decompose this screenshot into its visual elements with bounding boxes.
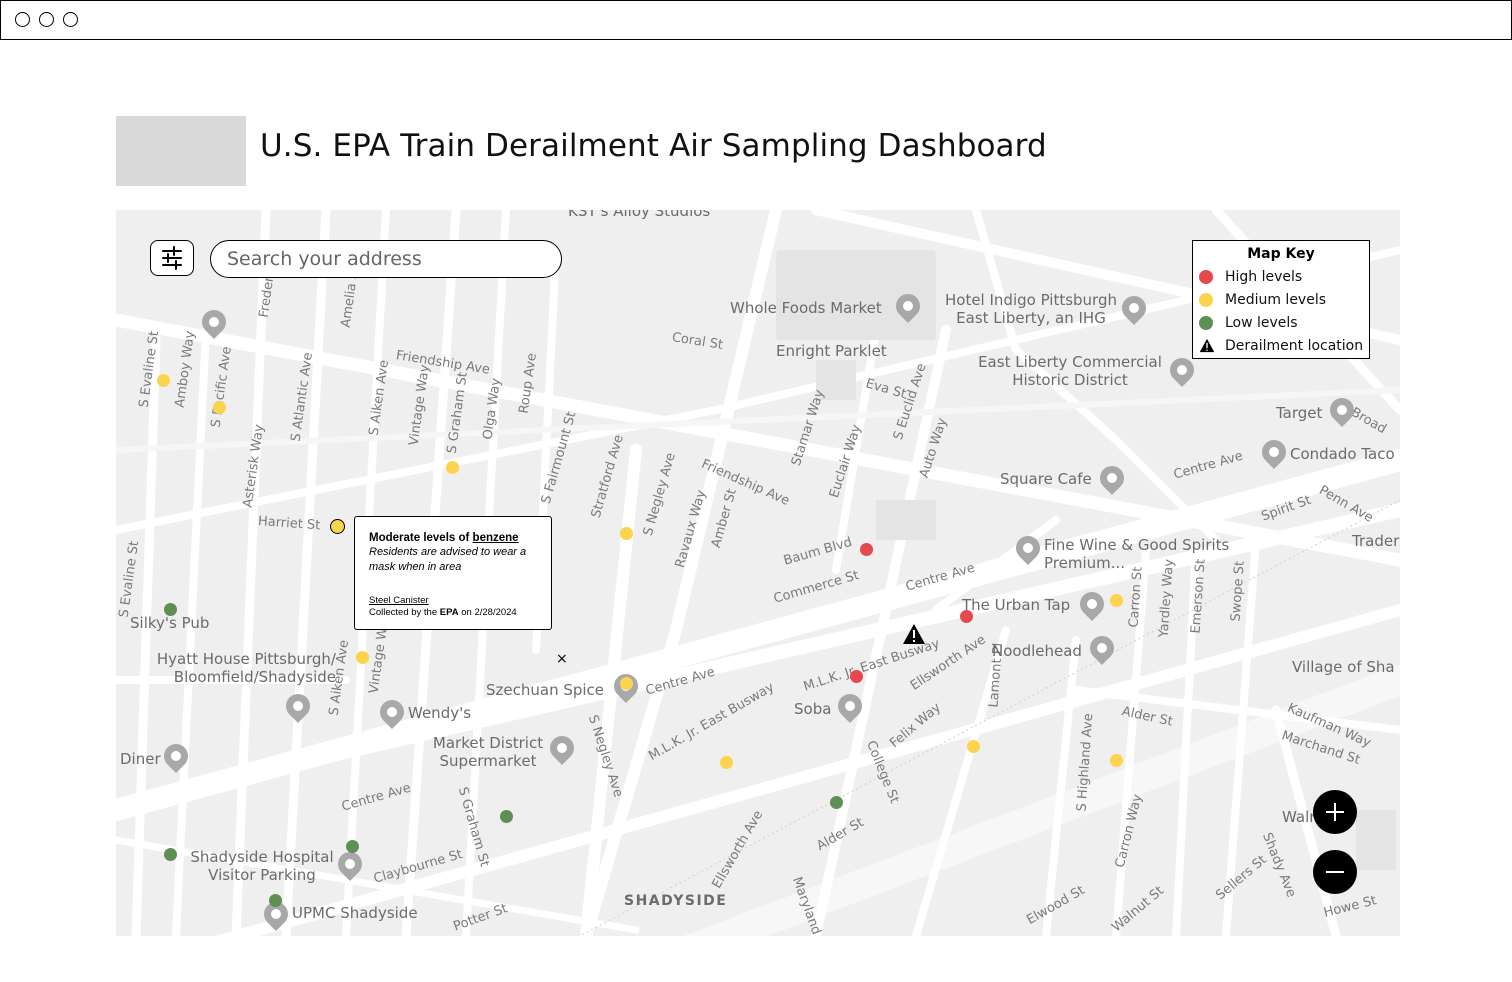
low-level-marker[interactable] xyxy=(830,796,843,809)
high-level-marker[interactable] xyxy=(960,610,973,623)
place-label: UPMC Shadyside xyxy=(292,904,418,922)
place-label: KST's Alloy Studios xyxy=(568,210,711,220)
sliders-icon xyxy=(161,245,182,270)
zoom-out-button[interactable] xyxy=(1313,850,1357,894)
medium-level-marker[interactable] xyxy=(1110,754,1123,767)
page-title: U.S. EPA Train Derailment Air Sampling D… xyxy=(260,128,1047,164)
place-label: Square Cafe xyxy=(1000,470,1092,488)
place-label: Wendy's xyxy=(408,704,472,722)
map-view[interactable]: S Evaline St Amboy Way S Pacific Ave Fre… xyxy=(116,210,1400,936)
popup-meta: Steel Canister Collected by the EPA on 2… xyxy=(369,595,517,618)
map-key-title: Map Key xyxy=(1247,246,1315,262)
place-label: Hyatt House Pittsburgh/ Bloomfield/Shady… xyxy=(156,650,336,686)
place-label: Enright Parklet xyxy=(776,342,887,360)
medium-level-marker[interactable] xyxy=(446,461,459,474)
medium-level-marker[interactable] xyxy=(157,374,170,387)
low-level-marker[interactable] xyxy=(164,603,177,616)
chemical-link[interactable]: benzene xyxy=(473,532,519,544)
place-label: Condado Taco xyxy=(1290,445,1395,463)
medium-level-marker[interactable] xyxy=(356,651,369,664)
yellow-dot-icon xyxy=(1199,293,1213,307)
place-label: Fine Wine & Good Spirits Premium... xyxy=(1044,536,1230,572)
popup-heading: Moderate levels of benzene xyxy=(369,532,519,544)
medium-level-marker[interactable] xyxy=(620,527,633,540)
place-label: Target xyxy=(1276,404,1323,422)
place-label: Soba xyxy=(794,700,832,718)
map-key: Map Key High levels Medium levels Low le… xyxy=(1192,240,1370,359)
medium-level-marker[interactable] xyxy=(213,401,226,414)
place-label: Market District Supermarket xyxy=(432,734,544,770)
low-level-marker[interactable] xyxy=(164,848,177,861)
high-level-marker[interactable] xyxy=(850,670,863,683)
low-level-marker[interactable] xyxy=(346,840,359,853)
logo-placeholder xyxy=(116,116,246,186)
address-search-input[interactable] xyxy=(210,240,562,278)
high-level-marker[interactable] xyxy=(860,543,873,556)
window-close-button[interactable] xyxy=(15,12,30,27)
medium-level-marker[interactable] xyxy=(720,756,733,769)
low-level-marker[interactable] xyxy=(500,810,513,823)
medium-level-marker[interactable] xyxy=(1110,594,1123,607)
place-label: Silky's Pub xyxy=(130,614,210,632)
place-label: Village of Sha xyxy=(1292,658,1395,676)
popup-close-icon[interactable]: × xyxy=(556,651,568,667)
sample-detail-popup: Moderate levels of benzene Residents are… xyxy=(354,516,552,630)
place-label: East Liberty Commercial Historic Distric… xyxy=(978,353,1162,389)
place-label: Szechuan Spice xyxy=(486,681,605,699)
place-label: The Urban Tap xyxy=(962,596,1071,614)
place-label: Whole Foods Market xyxy=(730,299,882,317)
red-dot-icon xyxy=(1199,270,1213,284)
place-label: Diner xyxy=(120,750,161,768)
window-maximize-button[interactable] xyxy=(63,12,78,27)
window-titlebar xyxy=(0,0,1512,40)
window-minimize-button[interactable] xyxy=(39,12,54,27)
place-label: SHADYSIDE xyxy=(624,893,728,909)
medium-level-marker[interactable] xyxy=(967,740,980,753)
popup-advisory: Residents are advised to wear a mask whe… xyxy=(369,546,527,573)
place-label: Trader xyxy=(1352,532,1400,550)
zoom-in-button[interactable] xyxy=(1313,790,1357,834)
sampler-link[interactable]: Steel Canister xyxy=(369,595,429,606)
place-label: Shadyside Hospital Visitor Parking xyxy=(190,848,334,884)
low-level-marker[interactable] xyxy=(269,894,282,907)
selected-medium-level-marker[interactable] xyxy=(330,519,345,534)
warning-triangle-icon xyxy=(1199,338,1215,353)
place-label: Noodlehead xyxy=(992,642,1082,660)
place-label: Hotel Indigo Pittsburgh East Liberty, an… xyxy=(944,291,1117,327)
green-dot-icon xyxy=(1199,316,1213,330)
filter-button[interactable] xyxy=(150,240,194,276)
medium-level-marker[interactable] xyxy=(620,677,633,690)
derailment-warning-icon[interactable] xyxy=(902,623,926,645)
